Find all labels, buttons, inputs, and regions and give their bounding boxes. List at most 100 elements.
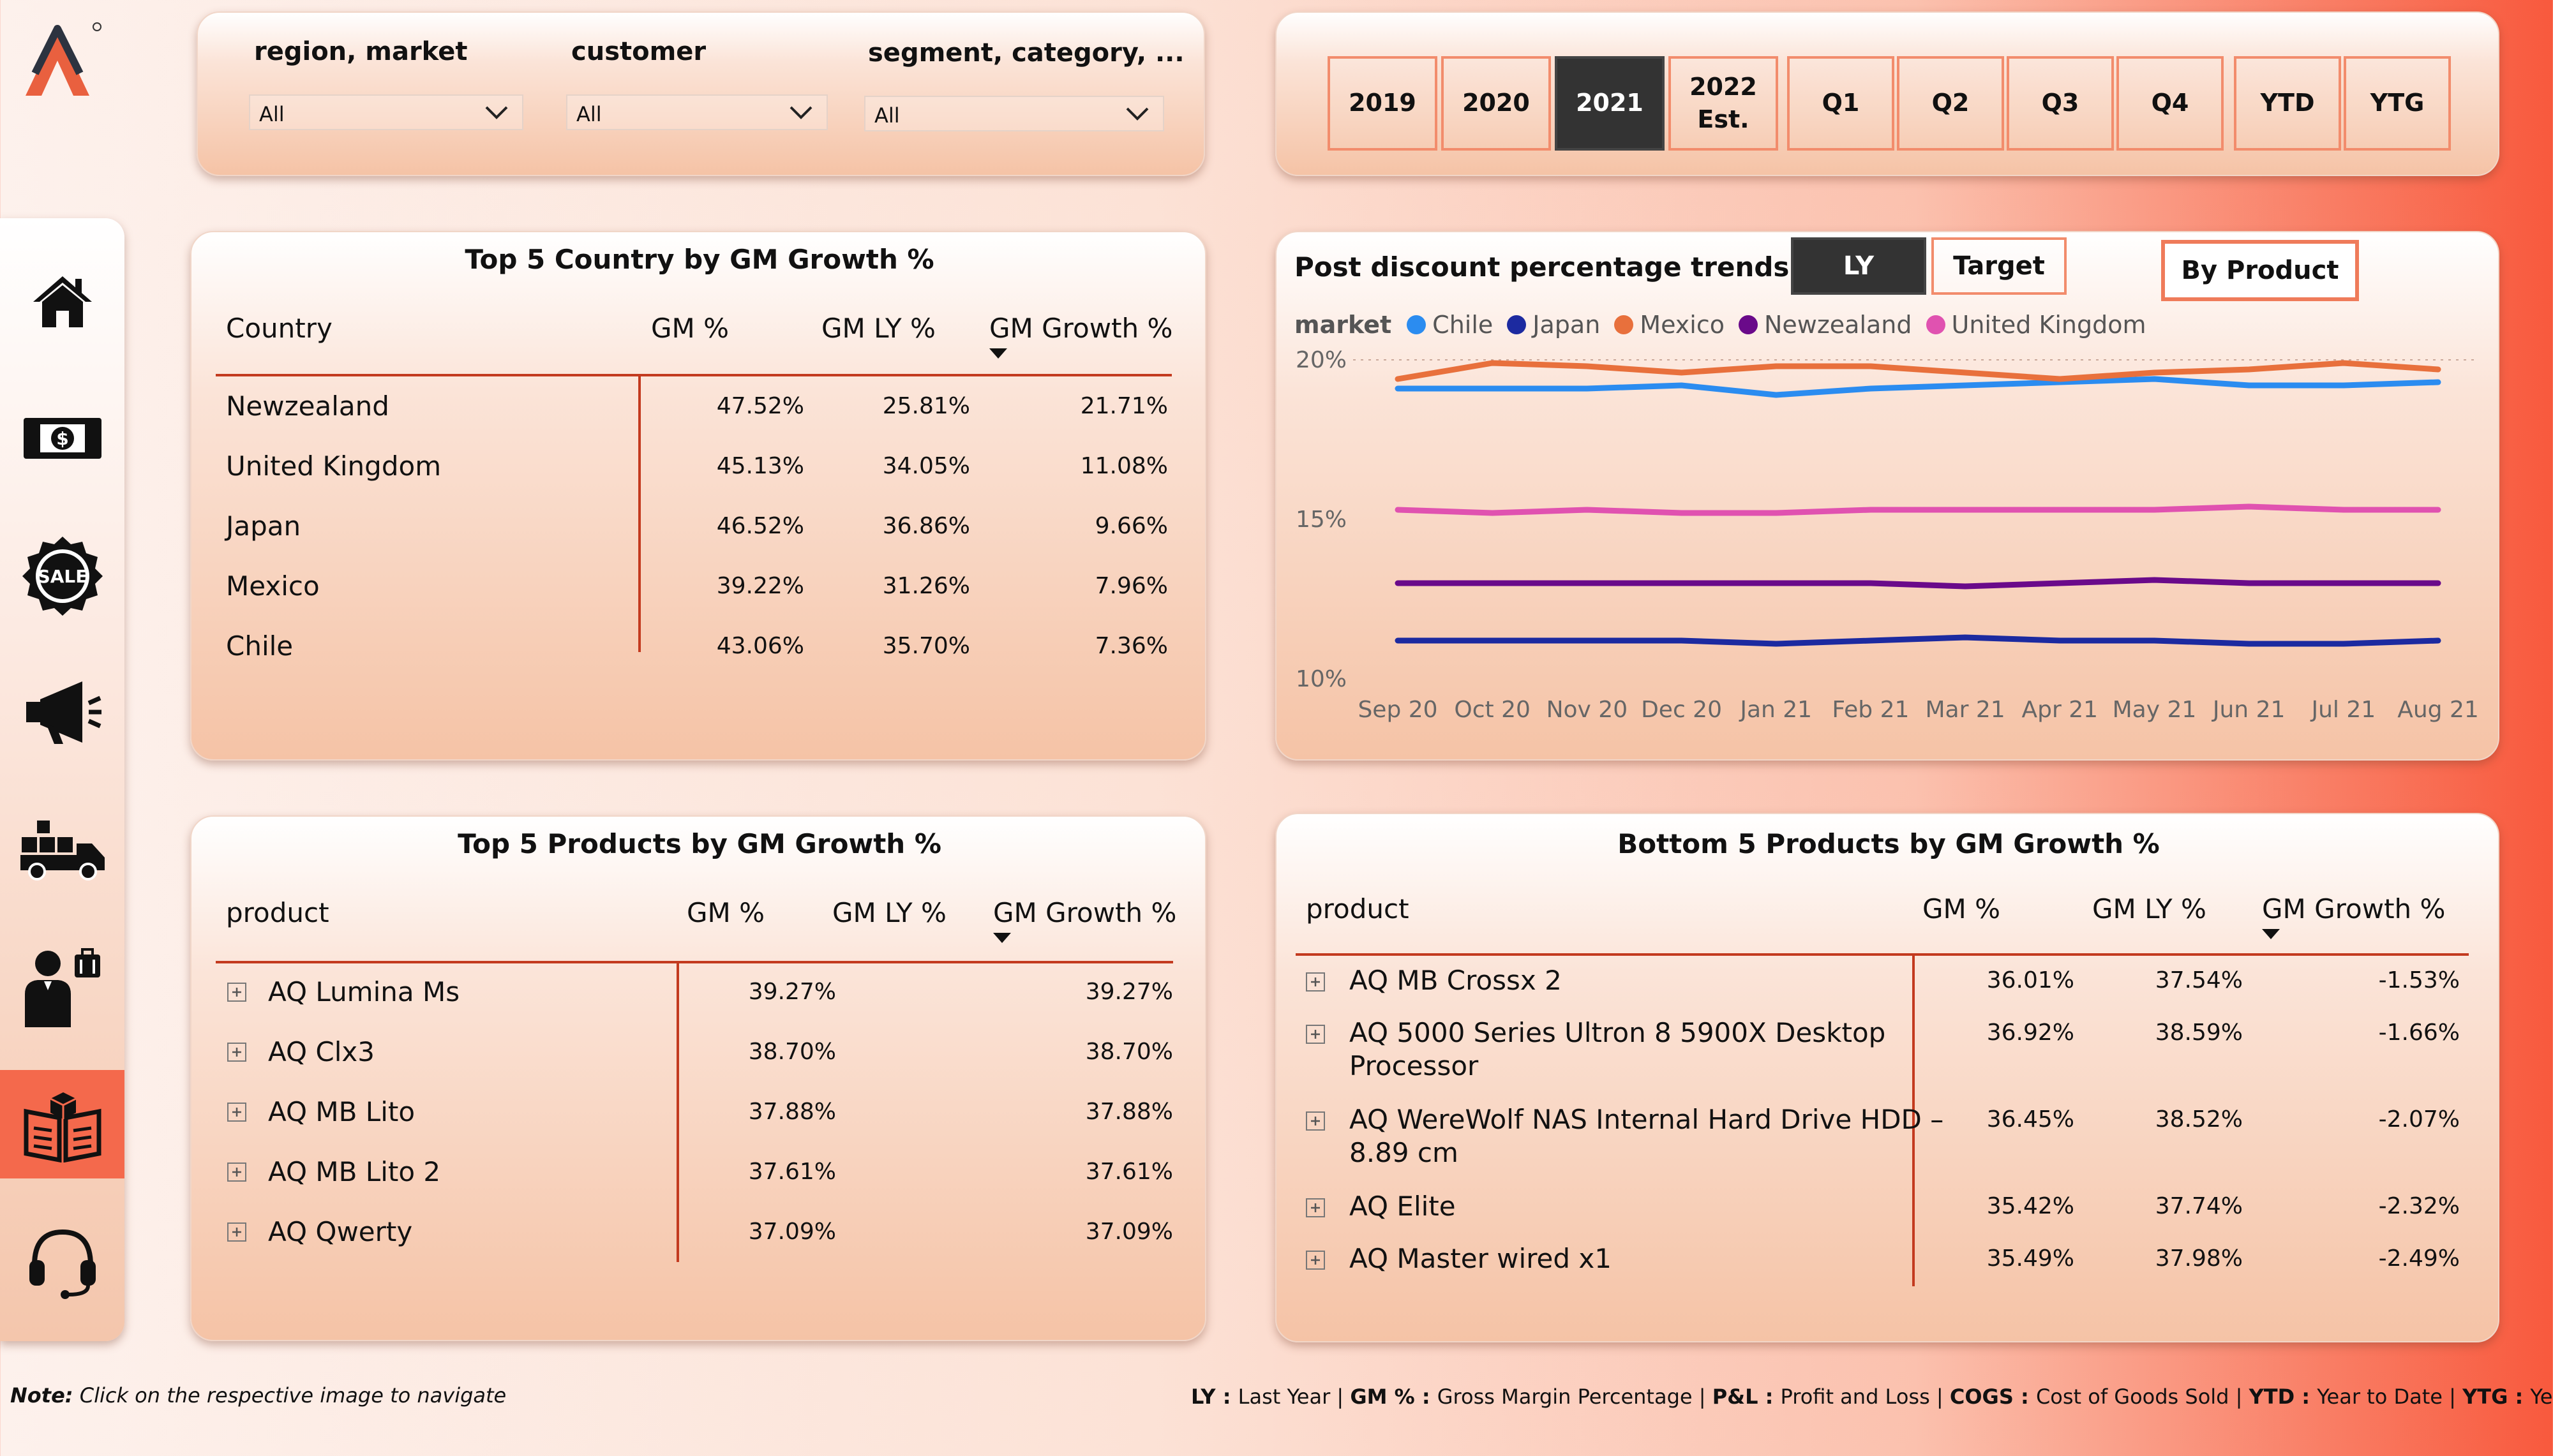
- period-button-ytd[interactable]: YTD: [2234, 56, 2341, 151]
- series-line-japan[interactable]: [1395, 634, 2441, 647]
- table-row[interactable]: AQ MB Crossx 2 36.01% 37.54% -1.53%: [1276, 965, 2501, 1016]
- expand-plus-icon[interactable]: [1306, 1025, 1325, 1044]
- column-header[interactable]: GM %: [687, 897, 765, 928]
- table-row[interactable]: AQ Clx3 38.70% 38.70%: [191, 1036, 1208, 1094]
- megaphone-icon: [26, 681, 101, 744]
- column-header[interactable]: GM LY %: [821, 313, 936, 344]
- series-line-newzealand[interactable]: [1395, 577, 2441, 590]
- gm-growth-pct: -2.49%: [2378, 1245, 2460, 1272]
- region-market-dropdown[interactable]: All: [249, 94, 523, 130]
- column-header[interactable]: GM %: [651, 313, 729, 344]
- column-header[interactable]: GM Growth %: [993, 897, 1176, 928]
- country-name: Japan: [226, 510, 301, 542]
- chart-legend: market Chile Japan Mexico Newzealand Uni…: [1294, 309, 2146, 341]
- delivery-truck-icon: [20, 821, 105, 880]
- series-line-chile[interactable]: [1395, 376, 2441, 398]
- period-button-ytg[interactable]: YTG: [2344, 56, 2451, 151]
- gm-growth-pct: 7.36%: [1095, 633, 1168, 659]
- country-name: Mexico: [226, 570, 320, 602]
- legend-swatch: [1614, 315, 1634, 334]
- nav-finance[interactable]: $: [0, 384, 124, 493]
- table-row[interactable]: AQ Lumina Ms 39.27% 39.27%: [191, 976, 1208, 1034]
- column-header[interactable]: product: [1306, 893, 1409, 925]
- table-row[interactable]: United Kingdom 45.13% 34.05% 11.08%: [191, 450, 1208, 508]
- table-row[interactable]: AQ MB Lito 37.88% 37.88%: [191, 1096, 1208, 1154]
- legend-item[interactable]: Newzealand: [1764, 311, 1912, 339]
- x-tick-label: Aug 21: [2397, 697, 2479, 723]
- expand-plus-icon[interactable]: [1306, 1251, 1325, 1270]
- legend-item[interactable]: Mexico: [1640, 311, 1725, 339]
- ly-toggle-button[interactable]: LY: [1791, 237, 1926, 295]
- table-row[interactable]: Mexico 39.22% 31.26% 7.96%: [191, 570, 1208, 628]
- table-row[interactable]: AQ WereWolf NAS Internal Hard Drive HDD …: [1276, 1104, 2501, 1187]
- gm-pct: 37.61%: [748, 1159, 836, 1185]
- segment-category-dropdown[interactable]: All: [864, 96, 1164, 131]
- period-button-q2[interactable]: Q2: [1897, 56, 2004, 151]
- column-header[interactable]: GM LY %: [2092, 893, 2206, 925]
- chevron-down-icon: [485, 106, 508, 119]
- table-row[interactable]: AQ Master wired x1 35.49% 37.98% -2.49%: [1276, 1243, 2501, 1294]
- target-toggle-button[interactable]: Target: [1931, 237, 2067, 295]
- table-row[interactable]: AQ 5000 Series Ultron 8 5900X Desktop Pr…: [1276, 1017, 2501, 1100]
- expand-plus-icon[interactable]: [1306, 972, 1325, 992]
- by-product-button[interactable]: By Product: [2161, 240, 2359, 301]
- y-tick-label: 10%: [1296, 666, 1347, 692]
- series-line-united-kingdom[interactable]: [1395, 503, 2441, 516]
- column-header[interactable]: GM Growth %: [989, 313, 1172, 344]
- expand-plus-icon[interactable]: [227, 1222, 246, 1242]
- nav-home[interactable]: [0, 247, 124, 355]
- period-button-2020[interactable]: 2020: [1441, 56, 1551, 151]
- gm-pct: 39.27%: [748, 979, 836, 1005]
- gm-pct: 39.22%: [716, 573, 804, 599]
- table-row[interactable]: Japan 46.52% 36.86% 9.66%: [191, 510, 1208, 568]
- series-line-mexico[interactable]: [1395, 360, 2441, 382]
- svg-text:$: $: [56, 428, 68, 449]
- period-button-q3[interactable]: Q3: [2007, 56, 2114, 151]
- gm-growth-pct: 37.61%: [1085, 1159, 1173, 1185]
- legend-swatch: [1507, 315, 1527, 334]
- expand-plus-icon[interactable]: [227, 983, 246, 1002]
- nav-support[interactable]: [0, 1207, 124, 1316]
- period-button-q4[interactable]: Q4: [2116, 56, 2224, 151]
- x-tick-label: Jul 21: [2310, 697, 2376, 723]
- period-button-2021[interactable]: 2021: [1555, 56, 1665, 151]
- nav-sales[interactable]: SALE: [0, 521, 124, 630]
- column-header[interactable]: GM Growth %: [2262, 893, 2445, 925]
- glossary-term: COGS :: [1949, 1385, 2036, 1409]
- sort-descending-icon: [989, 348, 1007, 359]
- table-row[interactable]: Newzealand 47.52% 25.81% 21.71%: [191, 390, 1208, 448]
- gm-ly-pct: 37.54%: [2155, 967, 2243, 993]
- nav-supply-chain[interactable]: [0, 796, 124, 904]
- period-button-q1[interactable]: Q1: [1787, 56, 1894, 151]
- column-header[interactable]: Country: [226, 313, 333, 344]
- nav-marketing[interactable]: [0, 658, 124, 767]
- home-icon: [33, 276, 92, 327]
- column-header[interactable]: product: [226, 897, 329, 928]
- product-name: AQ Elite: [1349, 1191, 1456, 1222]
- table-row[interactable]: Chile 43.06% 35.70% 7.36%: [191, 630, 1208, 688]
- expand-plus-icon[interactable]: [227, 1103, 246, 1122]
- svg-text:SALE: SALE: [37, 566, 87, 587]
- legend-item[interactable]: Chile: [1432, 311, 1493, 339]
- customer-dropdown[interactable]: All: [566, 94, 828, 130]
- expand-plus-icon[interactable]: [1306, 1198, 1325, 1217]
- expand-plus-icon[interactable]: [1306, 1111, 1325, 1131]
- expand-plus-icon[interactable]: [227, 1163, 246, 1182]
- period-button-2022-est[interactable]: 2022 Est.: [1668, 56, 1778, 151]
- table-row[interactable]: AQ Qwerty 37.09% 37.09%: [191, 1216, 1208, 1274]
- bottom-products-card: Bottom 5 Products by GM Growth % product…: [1275, 813, 2499, 1342]
- legend-item[interactable]: United Kingdom: [1952, 311, 2146, 339]
- column-header[interactable]: GM LY %: [832, 897, 947, 928]
- table-row[interactable]: AQ MB Lito 2 37.61% 37.61%: [191, 1156, 1208, 1214]
- period-button-2019[interactable]: 2019: [1328, 56, 1437, 151]
- expand-plus-icon[interactable]: [227, 1043, 246, 1062]
- column-header[interactable]: GM %: [1922, 893, 2000, 925]
- nav-products[interactable]: [0, 1070, 124, 1178]
- dropdown-value: All: [874, 103, 900, 128]
- x-tick-label: Nov 20: [1546, 697, 1628, 723]
- x-tick-label: Feb 21: [1832, 697, 1909, 723]
- table-row[interactable]: AQ Elite 35.42% 37.74% -2.32%: [1276, 1191, 2501, 1242]
- product-name-continued: 8.89 cm: [1349, 1137, 1458, 1168]
- nav-executive[interactable]: [0, 933, 124, 1041]
- legend-item[interactable]: Japan: [1532, 311, 1600, 339]
